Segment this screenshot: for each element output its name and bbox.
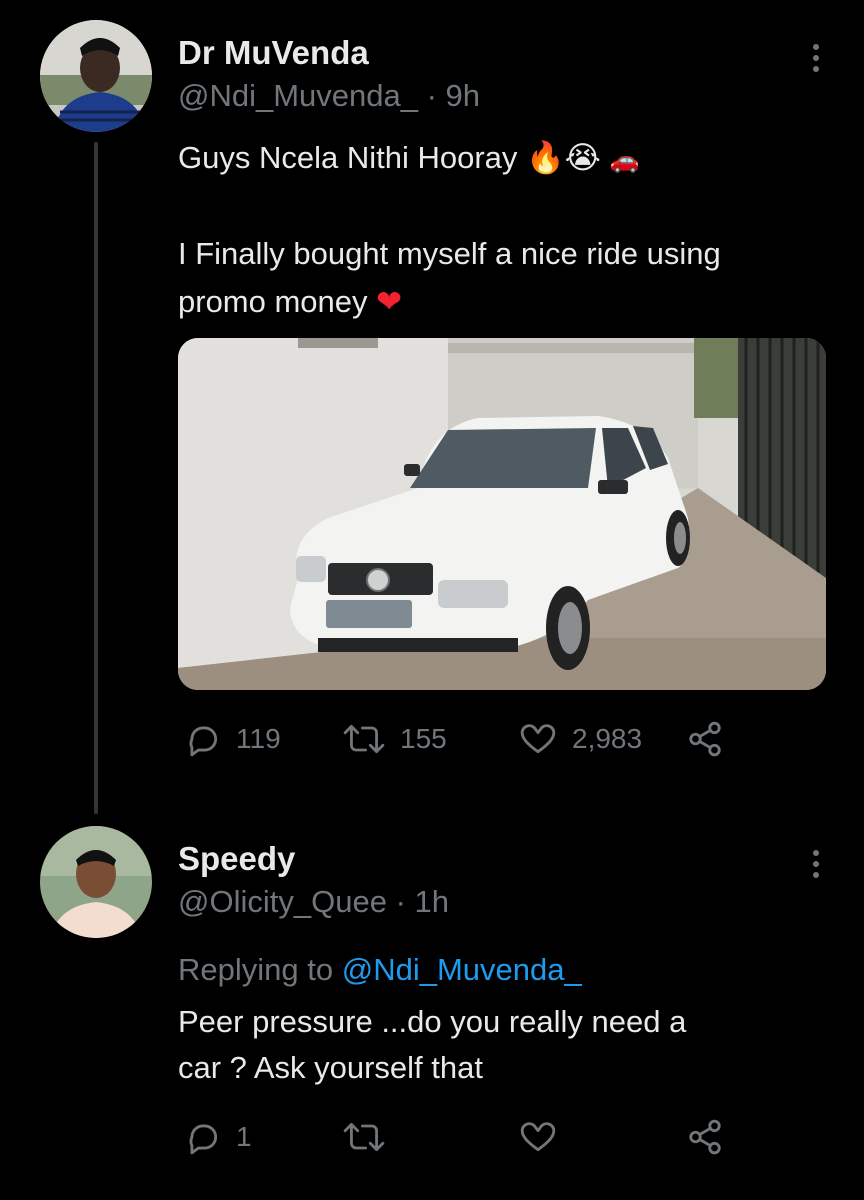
reply-time[interactable]: · 1h <box>396 884 449 919</box>
replying-to-prefix: Replying to <box>178 952 334 987</box>
emoji: 🔥😭 <box>526 140 601 176</box>
tweet-text-line-1: Guys Ncela Nithi Hooray 🔥😭 🚗 <box>178 134 639 184</box>
retweet-icon <box>343 1123 385 1151</box>
reply-button[interactable]: 119 <box>184 720 281 758</box>
reply-author-name[interactable]: Speedy <box>178 840 295 878</box>
like-icon <box>520 724 556 754</box>
tweet-time[interactable]: · 9h <box>427 78 480 113</box>
reply-reply-button[interactable]: 1 <box>184 1118 252 1156</box>
reply-more-icon[interactable] <box>811 850 821 878</box>
reply-share-button[interactable] <box>686 1118 724 1161</box>
reply-text-line-1: Peer pressure ...do you really need a <box>178 1004 687 1039</box>
avatar[interactable] <box>40 20 152 132</box>
replying-to-link[interactable]: @Ndi_Muvenda_ <box>342 952 582 987</box>
retweet-button[interactable]: 155 <box>342 720 447 758</box>
heart-emoji: ❤ <box>376 284 403 319</box>
like-button[interactable]: 2,983 <box>518 720 642 758</box>
thread-line <box>94 142 98 814</box>
retweet-icon <box>343 725 385 753</box>
author-handle[interactable]: @Ndi_Muvenda_ <box>178 78 418 113</box>
reply-text-line-2: car ? Ask yourself that <box>178 1050 483 1085</box>
reply-retweet-button[interactable] <box>342 1118 386 1156</box>
author-handle-row: @Ndi_Muvenda_ · 9h <box>178 78 480 114</box>
reply-icon <box>189 1124 218 1155</box>
reply-handle-row: @Olicity_Quee · 1h <box>178 884 449 920</box>
like-count: 2,983 <box>572 723 643 754</box>
reply-icon <box>189 726 218 757</box>
reply-like-button[interactable] <box>518 1118 558 1156</box>
more-icon[interactable] <box>811 44 821 72</box>
reply-author-handle[interactable]: @Olicity_Quee <box>178 884 387 919</box>
tweet-text-line-3: promo money ❤ <box>178 278 402 326</box>
retweet-count: 155 <box>400 723 447 754</box>
replying-to-row: Replying to @Ndi_Muvenda_ <box>178 946 582 994</box>
tweet-text-content: Guys Ncela Nithi Hooray <box>178 140 518 175</box>
author-name[interactable]: Dr MuVenda <box>178 34 369 72</box>
tweet-text-content: promo money <box>178 284 368 319</box>
share-icon <box>689 721 721 757</box>
emoji-tail: 🚗 <box>609 146 640 174</box>
share-icon <box>689 1119 721 1155</box>
share-button[interactable] <box>686 720 724 763</box>
reply-reply-count: 1 <box>236 1121 252 1152</box>
tweet-image[interactable] <box>178 338 826 690</box>
reply-count: 119 <box>236 723 281 754</box>
reply-avatar[interactable] <box>40 826 152 938</box>
tweet-text-line-2: I Finally bought myself a nice ride usin… <box>178 236 721 271</box>
like-icon <box>520 1122 556 1152</box>
